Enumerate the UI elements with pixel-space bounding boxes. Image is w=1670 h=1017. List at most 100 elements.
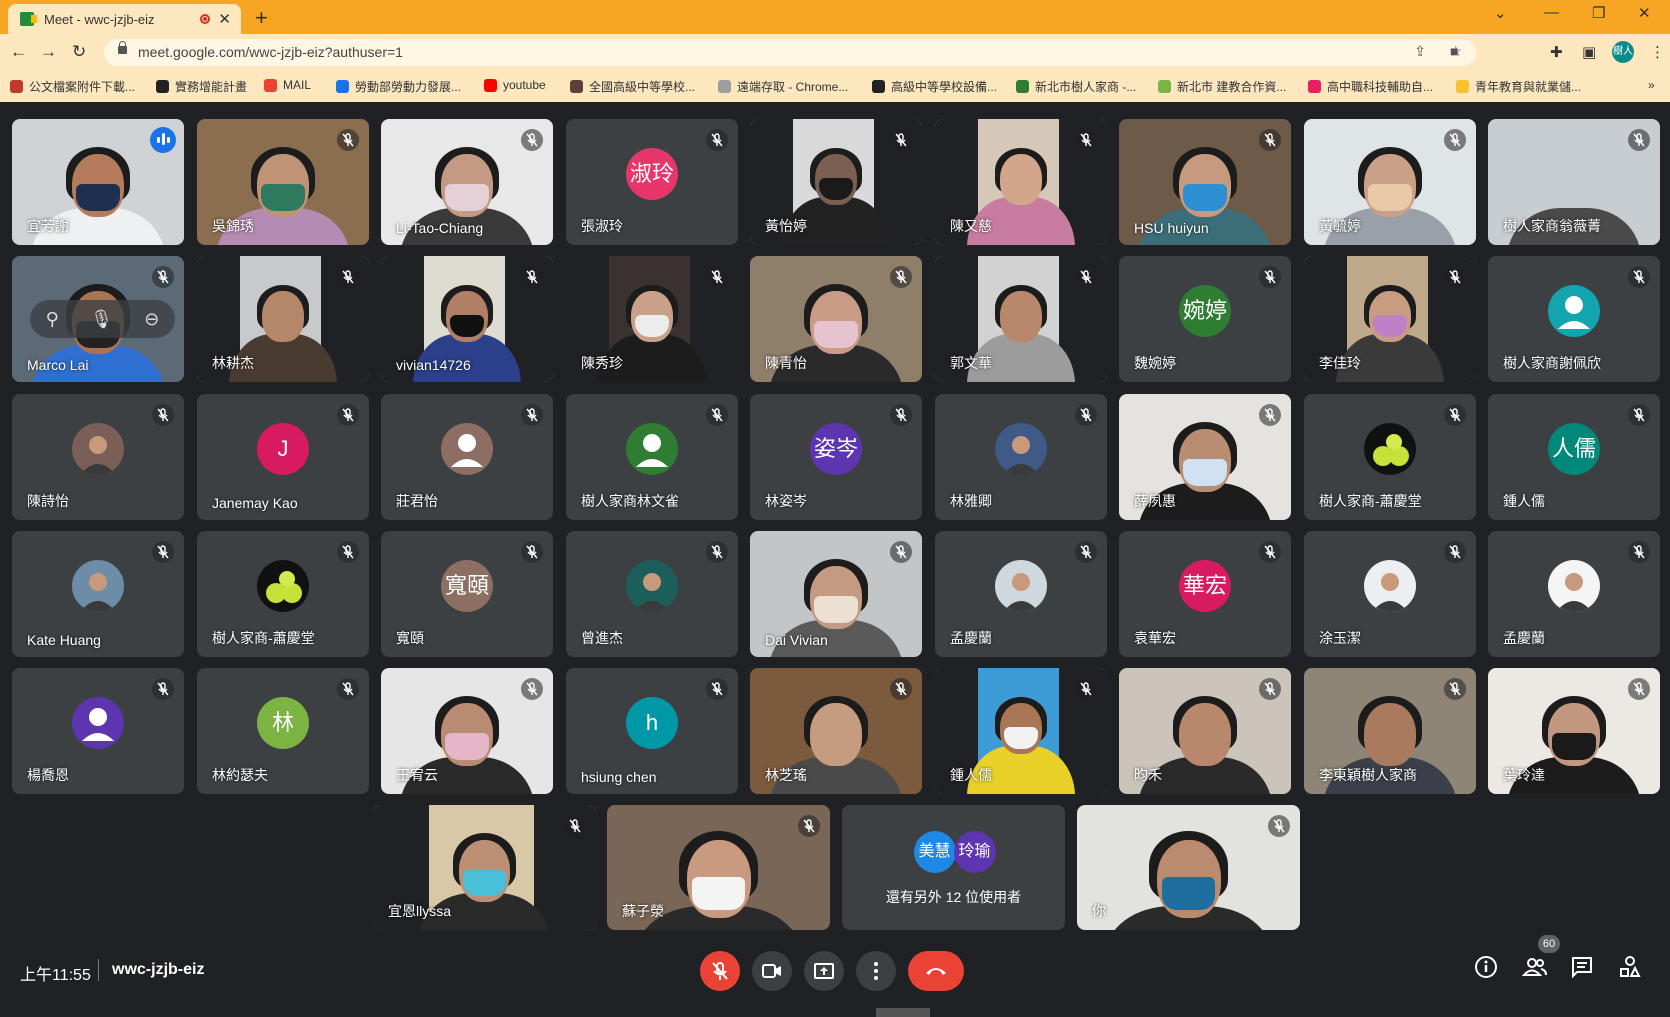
participant-tile[interactable]: 黃毓婷 xyxy=(1304,119,1476,245)
forward-icon[interactable]: → xyxy=(40,42,57,62)
bookmark-item[interactable]: 青年教育與就業儲... xyxy=(1456,78,1581,95)
bookmark-item[interactable]: MAIL xyxy=(264,78,311,92)
participant-tile[interactable]: 陳秀珍 xyxy=(566,256,738,382)
participant-tile[interactable]: 林林約瑟夫 xyxy=(197,668,369,794)
participant-tile[interactable]: 葉玲達 xyxy=(1488,668,1660,794)
participant-tile[interactable]: 陳詩怡 xyxy=(12,394,184,520)
more-options-button[interactable] xyxy=(856,951,896,991)
participant-tile[interactable]: vivian14726 xyxy=(381,256,553,382)
address-bar[interactable]: meet.google.com/wwc-jzjb-eiz?authuser=1 … xyxy=(104,39,1476,66)
participant-tile[interactable]: 宜恩llyssa xyxy=(373,805,596,930)
pin-icon[interactable]: ⚲ xyxy=(46,309,59,330)
participant-tile[interactable]: 陳青怡 xyxy=(750,256,922,382)
chat-button[interactable] xyxy=(1570,955,1602,987)
muted-mic-icon xyxy=(1259,266,1281,288)
participant-avatar xyxy=(72,697,124,749)
side-panel-icon[interactable]: ▣ xyxy=(1582,43,1596,61)
tab-close-icon[interactable]: ✕ xyxy=(218,10,231,28)
participant-tile[interactable]: 孟慶蘭 xyxy=(1488,531,1660,657)
participant-tile[interactable]: 樹人家商翁薇菁 xyxy=(1488,119,1660,245)
participant-tile[interactable]: 婉婷 魏婉婷 xyxy=(1119,256,1291,382)
share-icon[interactable]: ⇪ xyxy=(1414,43,1426,60)
meeting-details-button[interactable] xyxy=(1474,955,1506,987)
participant-tile[interactable]: 陳又慈 xyxy=(935,119,1107,245)
participant-tile[interactable]: Kate Huang xyxy=(12,531,184,657)
participant-tile[interactable]: 吳錦琇 xyxy=(197,119,369,245)
participant-name: vivian14726 xyxy=(396,357,471,373)
participant-tile[interactable]: 林雅卿 xyxy=(935,394,1107,520)
participant-tile[interactable]: HSU huiyun xyxy=(1119,119,1291,245)
participant-tile[interactable]: 你 xyxy=(1077,805,1300,930)
participant-tile[interactable]: 薛夙惠 xyxy=(1119,394,1291,520)
tab-meet[interactable]: Meet - wwc-jzjb-eiz ✕ xyxy=(8,4,241,34)
participant-tile[interactable]: h hsiung chen xyxy=(566,668,738,794)
participant-tile[interactable]: 昀禾 xyxy=(1119,668,1291,794)
bookmarks-overflow-icon[interactable]: » xyxy=(1648,78,1655,92)
bookmark-item[interactable]: 新北市樹人家商 -... xyxy=(1016,78,1136,95)
present-screen-button[interactable] xyxy=(804,951,844,991)
close-window-button[interactable]: ✕ xyxy=(1638,4,1651,22)
tab-search-icon[interactable]: ⌄ xyxy=(1494,4,1507,22)
participant-tile[interactable]: 華宏 袁華宏 xyxy=(1119,531,1291,657)
bookmark-item[interactable]: 新北市 建教合作資... xyxy=(1158,78,1286,95)
meet-favicon-icon xyxy=(20,12,37,26)
participant-tile[interactable]: 曾進杰 xyxy=(566,531,738,657)
participant-tile[interactable]: 樹人家商-蕭慶堂 xyxy=(1304,394,1476,520)
participant-tile[interactable]: 莊君怡 xyxy=(381,394,553,520)
participant-tile[interactable]: 樹人家商-蕭慶堂 xyxy=(197,531,369,657)
participant-tile[interactable]: 鍾人儒 xyxy=(935,668,1107,794)
camera-toggle-button[interactable] xyxy=(752,951,792,991)
participant-tile[interactable]: Marco Lai ⚲ 🎙︎ ⊖ xyxy=(12,256,184,382)
people-button[interactable] xyxy=(1521,955,1554,987)
participant-tile[interactable]: 李東穎樹人家商 xyxy=(1304,668,1476,794)
participant-tile[interactable]: J Janemay Kao xyxy=(197,394,369,520)
minimize-button[interactable]: — xyxy=(1544,4,1559,21)
scrollbar-thumb[interactable] xyxy=(876,1008,930,1017)
participant-avatar xyxy=(441,423,493,475)
participant-avatar xyxy=(1548,560,1600,612)
bookmark-item[interactable]: youtube xyxy=(484,78,546,92)
mute-participant-icon[interactable]: 🎙︎ xyxy=(90,309,113,330)
participant-tile[interactable]: 樹人家商林文雀 xyxy=(566,394,738,520)
profile-avatar[interactable]: 樹人 xyxy=(1612,41,1634,63)
reload-icon[interactable]: ↻ xyxy=(72,42,86,62)
remove-icon[interactable]: ⊖ xyxy=(144,309,159,330)
participant-tile[interactable]: 姿岑 林姿岑 xyxy=(750,394,922,520)
activities-button[interactable] xyxy=(1618,955,1650,987)
leave-call-button[interactable] xyxy=(908,951,964,991)
participant-tile[interactable]: 涂玉潔 xyxy=(1304,531,1476,657)
more-participants-tile[interactable]: 美慧 玲瑜 還有另外 12 位使用者 xyxy=(842,805,1065,930)
participant-tile[interactable]: 樹人家商謝佩欣 xyxy=(1488,256,1660,382)
bookmark-item[interactable]: 高中職科技輔助自... xyxy=(1308,78,1433,95)
bookmark-favicon-icon xyxy=(718,80,731,93)
participant-tile[interactable]: 林芝瑤 xyxy=(750,668,922,794)
bookmark-item[interactable]: 實務增能計畫 xyxy=(156,78,247,95)
bookmark-item[interactable]: 公文檔案附件下載... xyxy=(10,78,135,95)
bookmark-item[interactable]: 勞動部勞動力發展... xyxy=(336,78,461,95)
browser-menu-icon[interactable]: ⋮ xyxy=(1650,43,1665,61)
participant-tile[interactable]: 淑玲 張淑玲 xyxy=(566,119,738,245)
bookmark-item[interactable]: 全國高級中等學校... xyxy=(570,78,695,95)
participant-tile[interactable]: 黃怡婷 xyxy=(750,119,922,245)
restore-button[interactable]: ❐ xyxy=(1592,4,1605,22)
participant-tile[interactable]: 林耕杰 xyxy=(197,256,369,382)
participant-tile[interactable]: 寬頤 寬頤 xyxy=(381,531,553,657)
participant-tile[interactable]: 宜芳謝 xyxy=(12,119,184,245)
participant-tile[interactable]: 郭文華 xyxy=(935,256,1107,382)
bookmark-item[interactable]: 高級中等學校設備... xyxy=(872,78,997,95)
back-icon[interactable]: ← xyxy=(10,42,27,62)
url-text[interactable]: meet.google.com/wwc-jzjb-eiz?authuser=1 xyxy=(138,44,403,60)
mic-toggle-button[interactable] xyxy=(700,951,740,991)
new-tab-button[interactable]: + xyxy=(255,5,268,31)
participant-tile[interactable]: 王宥云 xyxy=(381,668,553,794)
bookmark-star-icon[interactable]: ☆ xyxy=(1449,43,1462,60)
participant-tile[interactable]: 楊喬恩 xyxy=(12,668,184,794)
participant-tile[interactable]: Li-Tao-Chiang xyxy=(381,119,553,245)
participant-tile[interactable]: 李佳玲 xyxy=(1304,256,1476,382)
participant-tile[interactable]: 蘇子滎 xyxy=(607,805,830,930)
participant-tile[interactable]: Dai Vivian xyxy=(750,531,922,657)
bookmark-item[interactable]: 遠端存取 - Chrome... xyxy=(718,78,848,95)
participant-tile[interactable]: 孟慶蘭 xyxy=(935,531,1107,657)
extensions-icon[interactable]: ✚ xyxy=(1550,43,1563,61)
participant-tile[interactable]: 人儒 鍾人儒 xyxy=(1488,394,1660,520)
